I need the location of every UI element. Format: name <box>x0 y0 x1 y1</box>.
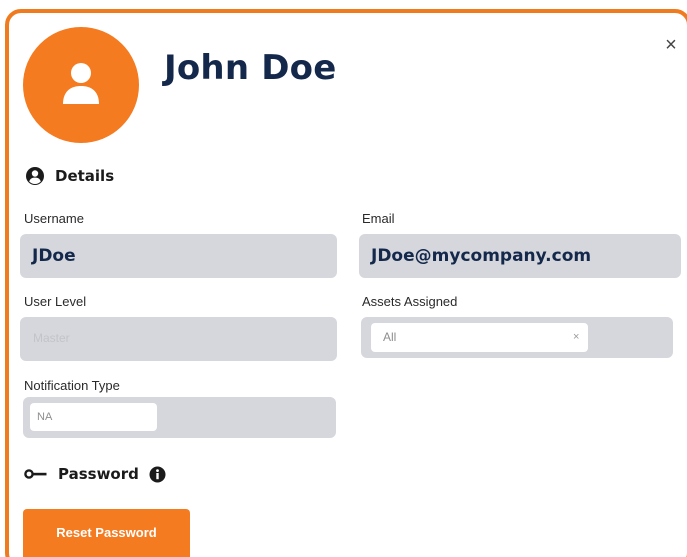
details-section-title: Details <box>25 166 114 186</box>
assets-assigned-value: All <box>383 330 397 344</box>
email-value: JDoe@mycompany.com <box>371 246 592 266</box>
key-icon <box>24 469 47 479</box>
password-section-title: Password <box>24 465 166 483</box>
close-icon[interactable]: × <box>665 34 677 56</box>
close-button[interactable]: × <box>660 34 682 56</box>
assets-assigned-field: All × <box>361 317 673 358</box>
clear-selection-icon[interactable]: × <box>573 323 579 352</box>
user-icon <box>63 63 99 104</box>
avatar <box>23 27 139 143</box>
assets-assigned-select[interactable]: All × <box>371 323 588 352</box>
notification-type-field: NA <box>23 397 336 438</box>
notification-type-select[interactable]: NA <box>30 403 157 431</box>
notification-type-value: NA <box>37 411 53 423</box>
user-level-field[interactable]: Master <box>20 317 337 361</box>
user-name-heading: John Doe <box>164 48 337 88</box>
assets-assigned-label: Assets Assigned <box>362 294 458 309</box>
email-field[interactable]: JDoe@mycompany.com <box>359 234 681 278</box>
user-level-label: User Level <box>24 294 87 309</box>
username-label: Username <box>24 211 84 226</box>
reset-password-button[interactable]: Reset Password <box>23 509 190 557</box>
password-title-text: Password <box>58 465 139 483</box>
user-circle-icon <box>26 167 44 185</box>
details-title-text: Details <box>55 167 115 185</box>
username-field[interactable]: JDoe <box>20 234 337 278</box>
email-label: Email <box>362 211 395 226</box>
username-value: JDoe <box>32 246 76 266</box>
user-level-value: Master <box>33 331 70 345</box>
notification-type-label: Notification Type <box>24 378 120 393</box>
info-icon[interactable] <box>149 466 166 483</box>
